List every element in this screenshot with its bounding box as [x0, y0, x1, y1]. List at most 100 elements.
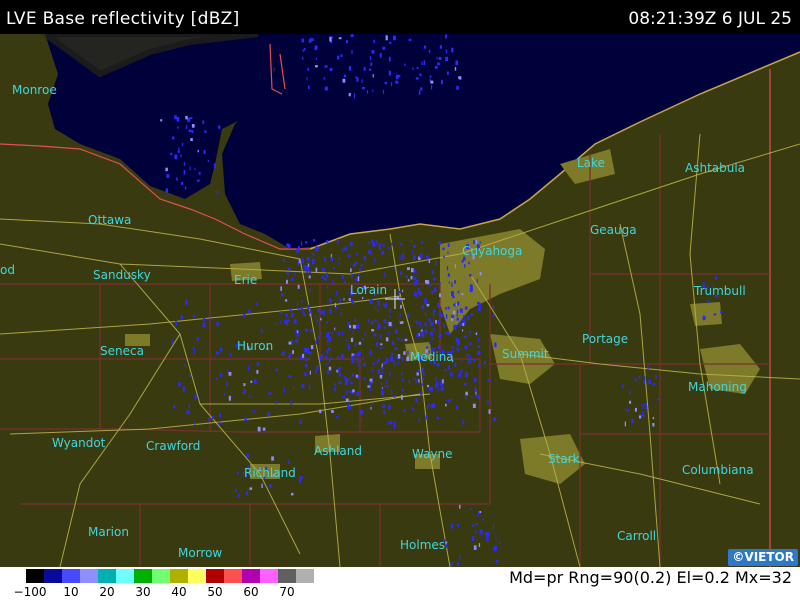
echo-pixel	[377, 300, 380, 306]
echo-pixel	[464, 316, 466, 322]
echo-pixel	[172, 339, 174, 345]
echo-pixel	[286, 319, 289, 322]
echo-pixel	[380, 333, 382, 339]
echo-pixel	[385, 337, 389, 342]
echo-pixel	[465, 397, 467, 400]
echo-pixel	[309, 384, 311, 390]
echo-pixel	[177, 126, 179, 129]
echo-pixel	[318, 321, 320, 326]
echo-pixel	[361, 87, 365, 90]
echo-pixel	[338, 331, 341, 336]
scale-swatch	[44, 569, 62, 583]
echo-pixel	[307, 68, 309, 71]
echo-pixel	[424, 322, 427, 327]
echo-pixel	[492, 305, 495, 310]
echo-pixel	[192, 347, 195, 350]
echo-pixel	[188, 403, 191, 409]
echo-pixel	[357, 273, 360, 276]
echo-pixel	[459, 554, 461, 560]
echo-pixel	[385, 358, 389, 364]
echo-pixel	[354, 318, 356, 322]
echo-pixel	[487, 379, 491, 382]
echo-pixel	[267, 412, 271, 417]
echo-pixel	[229, 353, 232, 357]
label-marion: Marion	[88, 525, 129, 539]
echo-pixel	[341, 354, 344, 359]
echo-pixel	[180, 315, 184, 320]
echo-pixel	[446, 541, 448, 544]
echo-pixel	[432, 270, 434, 275]
echo-pixel	[415, 398, 418, 403]
echo-pixel	[428, 341, 431, 345]
echo-pixel	[411, 250, 413, 254]
echo-pixel	[194, 394, 197, 399]
echo-pixel	[376, 342, 379, 347]
echo-pixel	[464, 306, 468, 310]
echo-pixel	[306, 347, 309, 353]
label-lorain: Lorain	[350, 283, 387, 297]
echo-pixel	[373, 334, 377, 337]
echo-pixel	[315, 65, 318, 68]
echo-pixel	[377, 358, 380, 362]
echo-pixel	[308, 270, 311, 273]
echo-pixel	[228, 372, 232, 376]
echo-pixel	[437, 62, 440, 66]
echo-pixel	[182, 386, 185, 392]
echo-pixel	[478, 363, 481, 368]
echo-pixel	[324, 86, 328, 91]
echo-pixel	[479, 272, 482, 276]
echo-pixel	[296, 247, 300, 253]
echo-pixel	[345, 376, 347, 380]
echo-pixel	[494, 545, 498, 551]
echo-pixel	[372, 74, 374, 78]
echo-pixel	[443, 323, 445, 328]
echo-pixel	[170, 152, 173, 156]
radar-map[interactable]: Monroe Ottawa Sandusky Erie Lorain Cuyah…	[0, 34, 800, 567]
echo-pixel	[357, 276, 360, 282]
echo-pixel	[219, 413, 222, 417]
echo-pixel	[298, 259, 300, 264]
echo-pixel	[314, 315, 317, 318]
echo-pixel	[418, 288, 420, 294]
echo-pixel	[316, 366, 319, 370]
echo-pixel	[369, 387, 372, 392]
echo-pixel	[457, 348, 460, 352]
echo-pixel	[446, 314, 448, 319]
echo-pixel	[236, 471, 239, 475]
echo-pixel	[407, 313, 410, 317]
scale-tick-label: 40	[171, 585, 187, 599]
echo-pixel	[624, 421, 626, 427]
echo-pixel	[469, 274, 472, 277]
echo-pixel	[492, 313, 495, 317]
echo-pixel	[472, 524, 474, 527]
echo-pixel	[366, 90, 369, 94]
echo-pixel	[455, 405, 458, 410]
echo-pixel	[447, 273, 450, 277]
echo-pixel	[377, 307, 379, 312]
echo-pixel	[349, 242, 353, 246]
echo-pixel	[452, 310, 456, 315]
echo-pixel	[326, 370, 330, 374]
echo-pixel	[454, 362, 457, 367]
echo-pixel	[268, 392, 272, 395]
echo-pixel	[455, 337, 459, 343]
echo-pixel	[410, 325, 412, 328]
echo-pixel	[298, 478, 302, 483]
echo-pixel	[400, 304, 402, 309]
echo-pixel	[341, 248, 343, 252]
echo-pixel	[483, 361, 486, 365]
label-medina: Medina	[410, 350, 454, 364]
echo-pixel	[346, 339, 348, 342]
echo-pixel	[165, 188, 169, 193]
echo-pixel	[402, 253, 405, 257]
echo-pixel	[437, 387, 439, 392]
echo-pixel	[470, 313, 474, 316]
echo-pixel	[293, 387, 295, 390]
echo-pixel	[296, 301, 298, 306]
echo-pixel	[305, 328, 308, 332]
echo-pixel	[382, 244, 385, 247]
echo-pixel	[451, 282, 453, 287]
echo-pixel	[446, 266, 449, 271]
echo-pixel	[310, 351, 312, 355]
scale-swatch	[62, 569, 80, 583]
